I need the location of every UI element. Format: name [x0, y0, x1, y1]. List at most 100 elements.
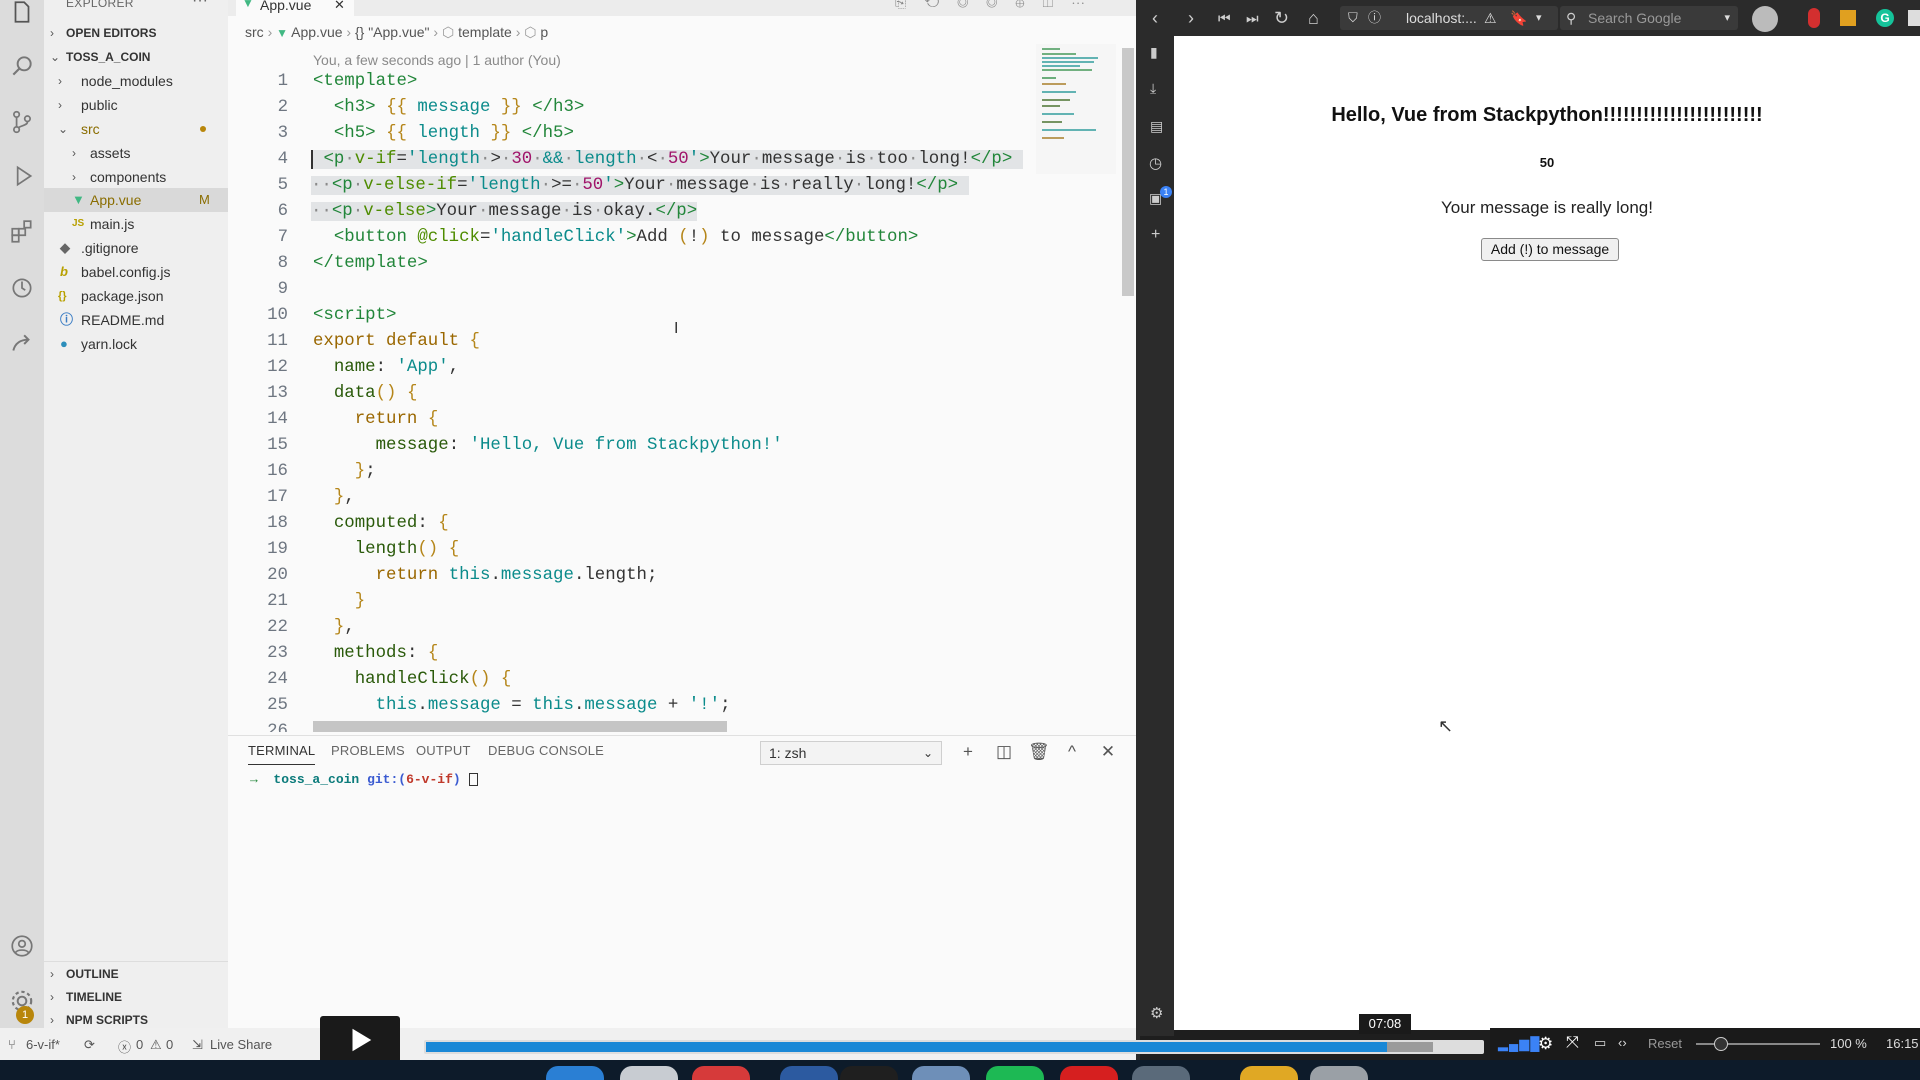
breadcrumb-item[interactable]: src — [245, 24, 264, 40]
maximize-panel-icon[interactable]: ^ — [1062, 742, 1082, 762]
tab-debug-console[interactable]: DEBUG CONSOLE — [488, 743, 604, 758]
settings-gear-icon[interactable]: ⚙ — [1538, 1034, 1553, 1054]
extension-yellow-icon[interactable] — [1840, 10, 1856, 26]
reload-icon[interactable]: ↻ — [1274, 8, 1289, 29]
zoom-reset-button[interactable]: Reset — [1648, 1036, 1682, 1051]
dock-app-icon[interactable] — [620, 1066, 678, 1080]
breadcrumb[interactable]: src › ▼ App.vue › {} "App.vue" › ⬡ templ… — [245, 24, 548, 41]
dock-app-icon[interactable] — [912, 1066, 970, 1080]
history-icon[interactable]: ◷ — [1149, 154, 1162, 172]
timeline-section[interactable]: › TIMELINE — [44, 985, 228, 1009]
bookmark-icon[interactable]: 🔖 — [1510, 6, 1527, 30]
bookmark-icon[interactable]: ▮ — [1150, 44, 1158, 61]
search-box[interactable]: ⚲ Search Google ▾ — [1560, 6, 1738, 30]
run-debug-icon[interactable] — [6, 160, 38, 192]
back-icon[interactable]: ‹ — [1152, 8, 1158, 29]
git-file-icon: ◆ — [60, 240, 70, 255]
add-panel-icon[interactable]: + — [1151, 226, 1160, 244]
dock-app-icon[interactable] — [986, 1066, 1044, 1080]
extension-white-icon[interactable] — [1908, 10, 1920, 26]
breadcrumb-item[interactable]: template — [458, 24, 512, 40]
live-share-icon[interactable] — [6, 328, 38, 360]
tab-problems[interactable]: PROBLEMS — [331, 743, 405, 758]
tree-item-assets[interactable]: › assets — [44, 141, 228, 165]
open-editors-section[interactable]: › OPEN EDITORS — [44, 21, 228, 45]
tree-item-package-json[interactable]: {} package.json — [44, 284, 228, 308]
add-exclamation-button[interactable]: Add (!) to message — [1481, 238, 1619, 261]
dropdown-icon[interactable]: ▾ — [1536, 6, 1542, 30]
window-icon[interactable]: ▭ — [1594, 1035, 1606, 1051]
warning-count[interactable]: 0 — [166, 1037, 173, 1052]
tree-item-readme[interactable]: ⓘ README.md — [44, 308, 228, 332]
split-terminal-icon[interactable]: ◫ — [994, 742, 1014, 762]
dropdown-icon[interactable]: ▾ — [1724, 6, 1730, 30]
outline-section[interactable]: › OUTLINE — [44, 961, 228, 985]
dock-app-icon[interactable] — [546, 1066, 604, 1080]
terminal-shell-select[interactable]: 1: zsh ⌄ — [760, 741, 942, 765]
tree-item-src[interactable]: ⌄ src — [44, 117, 228, 141]
dock-app-icon[interactable] — [1240, 1066, 1298, 1080]
tree-item-babel-config[interactable]: b babel.config.js — [44, 260, 228, 284]
zoom-slider-thumb[interactable] — [1714, 1037, 1728, 1051]
tab-terminal[interactable]: TERMINAL — [248, 743, 316, 765]
account-icon[interactable] — [6, 930, 38, 962]
forward-icon[interactable]: › — [1188, 8, 1194, 29]
more-actions-icon[interactable]: ··· — [192, 0, 208, 10]
tree-item-gitignore[interactable]: ◆ .gitignore — [44, 236, 228, 260]
minimap[interactable] — [1036, 44, 1116, 174]
terminal-output[interactable]: → toss_a_coin git:(6-v-if) — [250, 772, 478, 787]
breadcrumb-item[interactable]: App.vue — [291, 24, 342, 40]
close-panel-icon[interactable]: ✕ — [1098, 742, 1118, 762]
dock-app-icon[interactable] — [840, 1066, 898, 1080]
dock-app-icon[interactable] — [692, 1066, 750, 1080]
dock-app-icon[interactable] — [1060, 1066, 1118, 1080]
fullscreen-icon[interactable]: ⤧ — [1566, 1034, 1579, 1052]
tree-item-main-js[interactable]: JS main.js — [44, 212, 228, 236]
skip-forward-icon[interactable]: ⏭ — [1246, 10, 1259, 27]
breadcrumb-item[interactable]: {} "App.vue" — [355, 24, 430, 40]
sync-icon[interactable]: ⟳ — [84, 1037, 95, 1053]
notes-icon[interactable]: ▤ — [1150, 118, 1163, 135]
close-icon[interactable]: ✕ — [334, 0, 345, 11]
chevron-right-icon: › — [346, 24, 355, 40]
error-count[interactable]: 0 — [136, 1037, 143, 1052]
live-share-button[interactable]: Live Share — [210, 1037, 272, 1052]
vertical-scrollbar[interactable] — [1122, 48, 1134, 296]
new-terminal-icon[interactable]: + — [958, 742, 978, 762]
code-icon[interactable]: ‹› — [1618, 1035, 1627, 1050]
trash-icon[interactable]: 🗑 — [1028, 742, 1050, 762]
tree-item-yarn-lock[interactable]: ● yarn.lock — [44, 332, 228, 356]
git-history-icon[interactable] — [6, 272, 38, 304]
source-control-icon[interactable] — [6, 106, 38, 138]
dock-app-icon[interactable] — [1132, 1066, 1190, 1080]
avatar[interactable] — [1752, 6, 1778, 32]
explorer-icon[interactable] — [6, 0, 38, 28]
extension-red-icon[interactable] — [1808, 8, 1820, 28]
tab-output[interactable]: OUTPUT — [416, 743, 471, 758]
play-button[interactable] — [320, 1016, 400, 1064]
search-icon[interactable] — [6, 50, 38, 82]
grammarly-icon[interactable]: G — [1876, 9, 1894, 27]
project-section[interactable]: ⌄ TOSS_A_COIN — [44, 45, 228, 69]
git-blame-annotation[interactable]: You, a few seconds ago | 1 author (You) — [313, 52, 561, 68]
skip-back-icon[interactable]: ⏮ — [1218, 10, 1231, 27]
tab-app-vue[interactable]: ▼ App.vue ✕ — [236, 0, 354, 16]
extensions-icon[interactable] — [6, 216, 38, 248]
download-icon[interactable]: ⤓ — [1150, 80, 1156, 97]
horizontal-scrollbar[interactable] — [313, 721, 727, 732]
code-editor[interactable]: 1 2 3 4 5 6 7 8 9 10 11 12 13 14 15 16 17 18 19 20 21 22 23 24 2… — [228, 72, 1034, 732]
home-icon[interactable]: ⌂ — [1308, 8, 1319, 29]
dock-app-icon[interactable] — [1310, 1066, 1368, 1080]
address-bar[interactable]: ⛉ ⓘ localhost:... ⚠ 🔖 ▾ — [1340, 6, 1558, 30]
line-number: 22 — [267, 618, 288, 637]
tree-item-public[interactable]: › public — [44, 93, 228, 117]
breadcrumb-item[interactable]: p — [540, 24, 548, 40]
tree-item-app-vue[interactable]: ▼ App.vue M — [44, 188, 228, 212]
tree-item-components[interactable]: › components — [44, 165, 228, 189]
tree-item-node-modules[interactable]: › node_modules — [44, 69, 228, 93]
branch-name[interactable]: 6-v-if* — [26, 1037, 60, 1052]
editor-actions[interactable]: ⎘⟲◎◎⊕◫⋯ — [895, 0, 1115, 12]
settings-gear-icon[interactable]: ⚙ — [1150, 1004, 1163, 1022]
dock-app-icon[interactable] — [780, 1066, 838, 1080]
play-icon — [352, 1028, 372, 1052]
